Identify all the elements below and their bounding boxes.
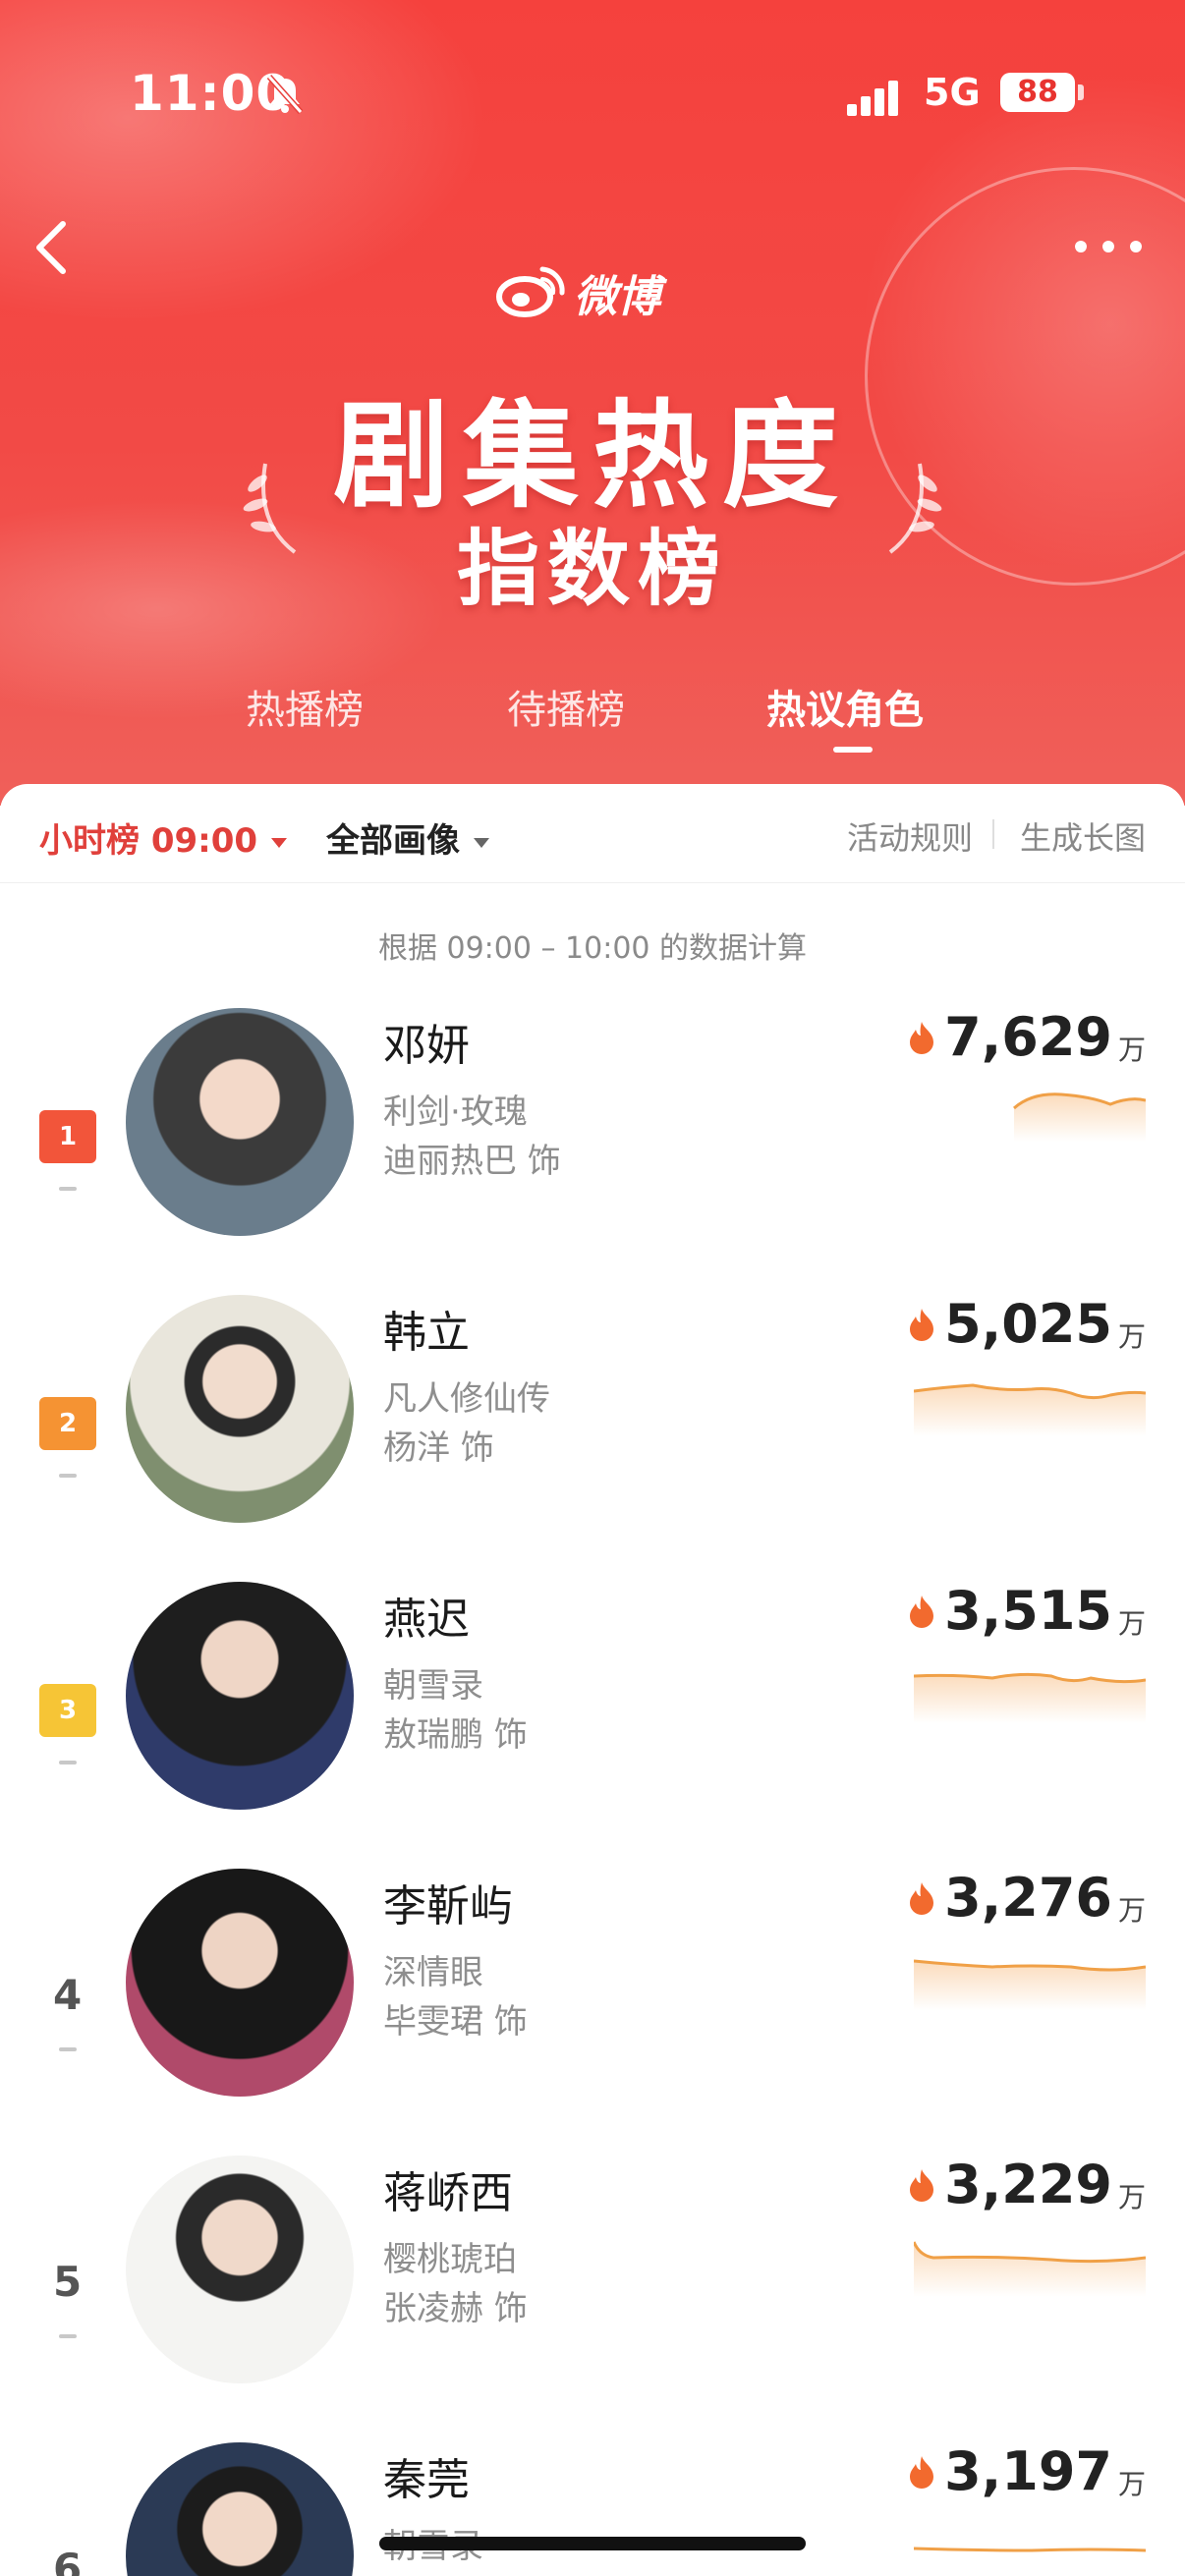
trend-sparkline bbox=[914, 1672, 1146, 1723]
divider bbox=[992, 819, 994, 849]
heat-score: 7,629 万 bbox=[907, 1006, 1146, 1068]
drama-title: 朝雪录 bbox=[383, 1666, 483, 1706]
actor-name: 杨洋 饰 bbox=[383, 1428, 494, 1468]
actor-name: 张凌赫 饰 bbox=[383, 2289, 528, 2328]
avatar[interactable] bbox=[126, 1295, 354, 1523]
heat-score: 3,515 万 bbox=[907, 1580, 1146, 1642]
back-chevron-icon[interactable] bbox=[28, 218, 77, 277]
tab-upcoming[interactable]: 待播榜 bbox=[507, 678, 625, 735]
rank-change-dash bbox=[59, 1761, 77, 1764]
list-item[interactable]: 5 蒋峤西 樱桃琥珀 张凌赫 饰 3,229 万 bbox=[0, 2132, 1185, 2419]
rank-number: 5 bbox=[53, 2258, 83, 2306]
avatar[interactable] bbox=[126, 2156, 354, 2383]
mute-bell-icon bbox=[266, 75, 304, 114]
character-name: 燕迟 bbox=[383, 1595, 470, 1645]
tab-hot-characters[interactable]: 热议角色 bbox=[766, 678, 924, 735]
fire-icon bbox=[910, 1595, 934, 1628]
fire-icon bbox=[910, 2455, 934, 2489]
list-item[interactable]: 2 韩立 凡人修仙传 杨洋 饰 5,025 万 bbox=[0, 1271, 1185, 1558]
heat-score-unit: 万 bbox=[1117, 2181, 1146, 2213]
heat-score-unit: 万 bbox=[1117, 2468, 1146, 2500]
heat-score-unit: 万 bbox=[1117, 1320, 1146, 1353]
fire-icon bbox=[910, 1308, 934, 1341]
page-subtitle: 指数榜 bbox=[456, 521, 728, 617]
character-name: 韩立 bbox=[383, 1308, 470, 1358]
weibo-logo-text: 微博 bbox=[574, 272, 660, 322]
generate-long-image-link[interactable]: 生成长图 bbox=[1020, 813, 1146, 859]
heat-score-value: 3,229 bbox=[944, 2154, 1112, 2215]
character-name: 蒋峤西 bbox=[383, 2168, 513, 2218]
drama-title: 樱桃琥珀 bbox=[383, 2240, 517, 2279]
avatar[interactable] bbox=[126, 1869, 354, 2097]
caret-down-icon bbox=[474, 837, 489, 848]
fire-icon bbox=[910, 2168, 934, 2202]
actor-name: 毕雯珺 饰 bbox=[383, 2002, 528, 2042]
weibo-eye-icon bbox=[496, 266, 565, 317]
avatar[interactable] bbox=[126, 2442, 354, 2576]
character-name: 秦莞 bbox=[383, 2455, 470, 2505]
heat-score: 3,197 万 bbox=[907, 2440, 1146, 2502]
rank-badge: 1 bbox=[39, 1110, 96, 1163]
rank-change-dash bbox=[59, 1187, 77, 1191]
heat-score: 3,229 万 bbox=[907, 2154, 1146, 2215]
status-bar: 11:00 5G 88 bbox=[0, 65, 1185, 128]
network-type: 5G bbox=[924, 71, 981, 114]
trend-sparkline bbox=[914, 2241, 1146, 2297]
portrait-filter-label: 全部画像 bbox=[326, 821, 460, 861]
rank-number: 4 bbox=[53, 1971, 83, 2019]
trend-sparkline bbox=[914, 2547, 1146, 2552]
battery-icon: 88 bbox=[1000, 73, 1075, 112]
drama-title: 凡人修仙传 bbox=[383, 1379, 550, 1419]
rank-change-dash bbox=[59, 2047, 77, 2051]
list-item[interactable]: 4 李靳屿 深情眼 毕雯珺 饰 3,276 万 bbox=[0, 1845, 1185, 2132]
heat-score-unit: 万 bbox=[1117, 1894, 1146, 1927]
trend-sparkline bbox=[914, 1959, 1146, 2010]
list-item[interactable]: 6 秦莞 朝雪录 3,197万 bbox=[0, 2419, 1185, 2576]
heat-score-value: 7,629 bbox=[944, 1006, 1112, 1068]
list-item[interactable]: 3 燕迟 朝雪录 敖瑞鹏 饰 3,515 万 bbox=[0, 1558, 1185, 1845]
hourly-filter-dropdown[interactable]: 小时榜 09:00 bbox=[39, 813, 288, 862]
heat-score-value: 5,025 bbox=[944, 1293, 1112, 1355]
fire-icon bbox=[910, 1881, 934, 1915]
filter-bar: 小时榜 09:00 全部画像 活动规则 生成长图 bbox=[0, 784, 1185, 883]
heat-score: 5,025 万 bbox=[907, 1293, 1146, 1355]
signal-icon bbox=[847, 81, 898, 116]
heat-score-unit: 万 bbox=[1117, 1607, 1146, 1640]
heat-score-value: 3,197 bbox=[944, 2440, 1112, 2502]
rank-number: 6 bbox=[53, 2545, 83, 2576]
rank-change-dash bbox=[59, 1474, 77, 1478]
trend-sparkline bbox=[914, 1383, 1146, 1436]
trend-sparkline bbox=[1013, 1092, 1146, 1142]
list-item[interactable]: 1 邓妍 利剑·玫瑰 迪丽热巴 饰 7,629 万 bbox=[0, 984, 1185, 1271]
heat-score-unit: 万 bbox=[1117, 1034, 1146, 1066]
active-tab-indicator bbox=[833, 747, 873, 753]
rank-change-dash bbox=[59, 2334, 77, 2338]
character-name: 邓妍 bbox=[383, 1021, 470, 1071]
portrait-filter-dropdown[interactable]: 全部画像 bbox=[326, 813, 489, 862]
caret-down-icon bbox=[271, 837, 288, 848]
hourly-filter-label: 小时榜 09:00 bbox=[39, 821, 258, 861]
heat-score-value: 3,515 bbox=[944, 1580, 1112, 1642]
heat-score: 3,276 万 bbox=[907, 1867, 1146, 1929]
more-dots-icon[interactable] bbox=[1071, 234, 1146, 259]
actor-name: 敖瑞鹏 饰 bbox=[383, 1715, 528, 1755]
calculation-note: 根据 09:00 – 10:00 的数据计算 bbox=[377, 931, 808, 966]
tab-hot-playing[interactable]: 热播榜 bbox=[246, 678, 364, 735]
rank-badge: 2 bbox=[39, 1397, 96, 1450]
character-name: 李靳屿 bbox=[383, 1881, 513, 1932]
drama-title: 利剑·玫瑰 bbox=[383, 1092, 528, 1132]
heat-score-value: 3,276 bbox=[944, 1867, 1112, 1929]
battery-tip bbox=[1078, 84, 1084, 100]
avatar[interactable] bbox=[126, 1582, 354, 1810]
activity-rules-link[interactable]: 活动规则 bbox=[847, 813, 973, 859]
home-indicator bbox=[379, 2537, 806, 2550]
hero-banner: 11:00 5G 88 微博 剧集热度 指数榜 热播榜 待播榜 热议角色 bbox=[0, 0, 1185, 806]
tab-bar: 热播榜 待播榜 热议角色 bbox=[0, 678, 1185, 756]
avatar[interactable] bbox=[126, 1008, 354, 1236]
drama-title: 深情眼 bbox=[383, 1953, 483, 1992]
fire-icon bbox=[910, 1021, 934, 1054]
weibo-logo: 微博 bbox=[495, 257, 692, 326]
rank-badge: 3 bbox=[39, 1684, 96, 1737]
actor-name: 迪丽热巴 饰 bbox=[383, 1142, 561, 1181]
